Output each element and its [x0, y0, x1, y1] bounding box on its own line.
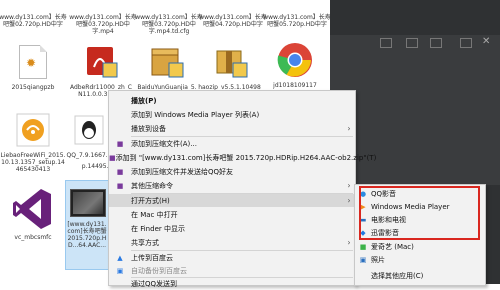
visual-studio-icon — [13, 189, 51, 229]
menu-item-add-to-archive[interactable]: ■ 添加到压缩文件(A)... — [109, 137, 355, 150]
winrar-icon: ■ — [116, 167, 124, 176]
file-name-2: www.dy131.com】长寿吧蟹03.720p.HD中字.mp4 — [69, 14, 137, 35]
menu-item-cast-to-device[interactable]: 播放到设备 › — [109, 122, 355, 135]
menu-item-play[interactable]: 播放(P) — [109, 94, 355, 107]
file-name-1: www.dy131.com】长寿吧蟹02.720p.HD中字 — [0, 14, 67, 28]
winrar-icon: ■ — [109, 153, 116, 162]
selected-video-file[interactable]: [www.dy131.com]长寿吧蟹 2015.720p.HD...64.AA… — [65, 180, 109, 270]
highlight-box — [359, 186, 480, 240]
iqiyi-icon: ■ — [359, 242, 367, 251]
menu-item-open-with[interactable]: 打开方式(H) › — [109, 194, 355, 207]
haozip-icon — [216, 50, 248, 78]
photos-icon: ▣ — [359, 255, 367, 264]
file-name-5: www.dy131.com】长寿吧蟹05.720p.HD中字 — [263, 14, 331, 28]
file-name-3: www.dy131.com】长寿吧蟹03.720p.HD中字.mp4.td.cf… — [135, 14, 203, 35]
submenu-item-choose-other-app[interactable]: 选择其他应用(C) — [355, 269, 485, 282]
menu-item-open-in-mac[interactable]: 在 Mac 中打开 — [109, 208, 355, 221]
menu-item-add-to-zip[interactable]: ■ 添加到 "[www.dy131.com]长寿吧蟹 2015.720p.HDR… — [109, 151, 376, 164]
winrar-icon: ■ — [116, 139, 124, 148]
minimize-icon — [460, 38, 472, 48]
window-control-icon — [406, 38, 418, 48]
liebao-wifi-icon — [16, 113, 50, 147]
video-thumbnail-icon — [70, 189, 106, 217]
menu-item-auto-backup-baidu[interactable]: ▣ 自动备份到百度云 — [109, 264, 355, 277]
package-box-icon — [151, 48, 184, 78]
winrar-icon: ■ — [116, 181, 124, 190]
chrome-icon — [277, 43, 312, 77]
submenu-item-photos[interactable]: ▣ 照片 — [355, 253, 485, 266]
file-2015qiangpzb[interactable]: ✹ 2015qiangpzb — [0, 42, 66, 91]
chevron-right-icon: › — [347, 124, 351, 133]
gear-doc-icon: ✹ — [19, 45, 47, 79]
menu-item-other-compress[interactable]: ■ 其他压缩命令 › — [109, 179, 355, 192]
menu-item-archive-send-qq[interactable]: ■ 添加到压缩文件并发送给QQ好友 — [109, 165, 355, 178]
window-control-icon — [430, 38, 442, 48]
submenu-item-iqiyi[interactable]: ■ 爱奇艺 (Mac) — [355, 240, 485, 253]
close-icon: ✕ — [482, 36, 491, 47]
menu-item-show-in-finder[interactable]: 在 Finder 中显示 — [109, 222, 355, 235]
file-chrome[interactable]: jd1018109117 — [262, 40, 328, 89]
file-vc-mbcsmfc[interactable]: vc_mbcsmfc — [0, 186, 66, 241]
adobe-reader-icon — [87, 47, 118, 78]
baidu-cloud-icon: ▣ — [116, 266, 124, 275]
qq-penguin-icon — [74, 115, 104, 145]
context-menu: 播放(P) 添加到 Windows Media Player 列表(A) 播放到… — [108, 90, 376, 288]
menu-item-upload-baidu[interactable]: ▲ 上传到百度云 — [109, 251, 355, 264]
menu-item-share[interactable]: 共享方式 › — [109, 236, 355, 249]
file-name-4: www.dy131.com】长寿吧蟹04.720p.HD中字 — [199, 14, 267, 28]
window-control-icon — [380, 38, 392, 48]
baidu-cloud-icon: ▲ — [117, 253, 123, 262]
menu-item-add-to-wmp-list[interactable]: 添加到 Windows Media Player 列表(A) — [109, 108, 355, 121]
